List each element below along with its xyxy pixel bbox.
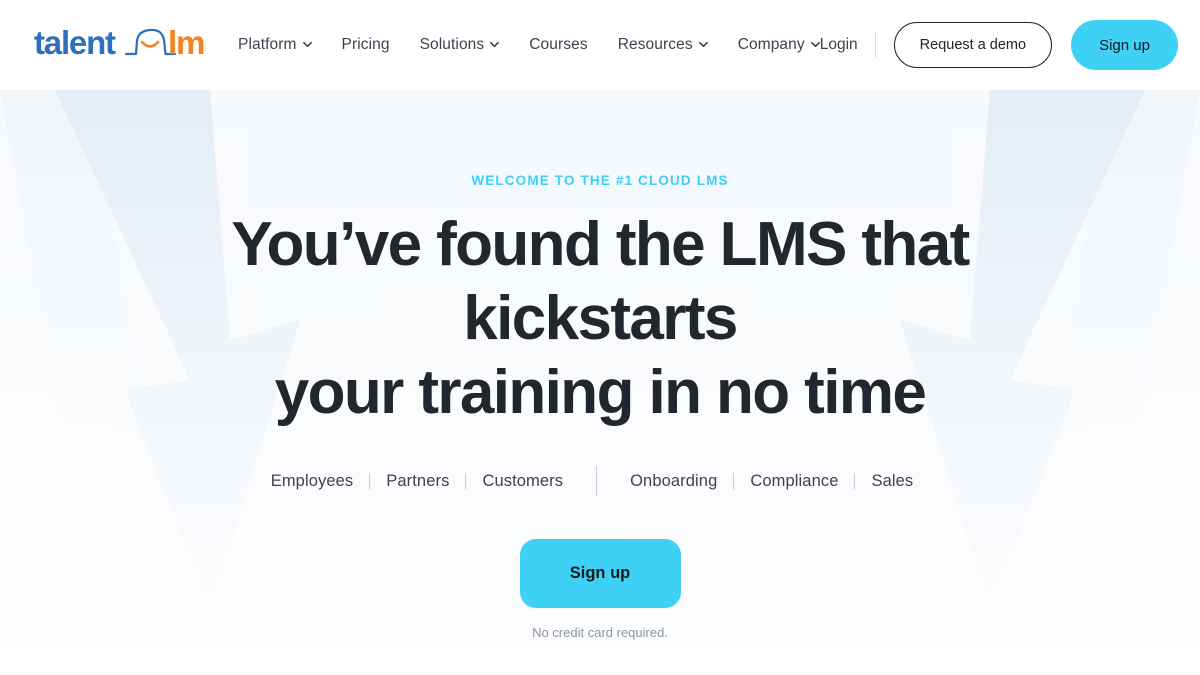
- talentlms-logo[interactable]: talent lms: [34, 22, 206, 68]
- no-credit-card-note: No credit card required.: [532, 625, 668, 640]
- usecase-link-sales[interactable]: Sales: [855, 472, 929, 491]
- nav-item-courses[interactable]: Courses: [529, 36, 587, 54]
- hero-eyebrow: WELCOME TO THE #1 CLOUD LMS: [471, 173, 729, 188]
- usecase-link-compliance[interactable]: Compliance: [734, 472, 854, 491]
- nav-item-company[interactable]: Company: [738, 36, 820, 54]
- usecase-group-divider: [596, 466, 598, 496]
- svg-text:talent: talent: [34, 24, 116, 61]
- header-divider: [874, 32, 876, 58]
- chevron-down-icon: [810, 40, 820, 49]
- usecase-link-partners[interactable]: Partners: [370, 472, 465, 491]
- nav-item-resources[interactable]: Resources: [618, 36, 708, 54]
- nav-label: Courses: [529, 36, 588, 53]
- nav-label: Solutions: [419, 36, 485, 53]
- header-actions: Login Request a demo Sign up: [820, 20, 1178, 70]
- nav-label: Company: [737, 36, 805, 53]
- usecase-link-customers[interactable]: Customers: [466, 472, 579, 491]
- request-demo-button[interactable]: Request a demo: [893, 22, 1053, 68]
- logo-mark-icon: talent lms: [34, 24, 206, 61]
- primary-nav: Platform Pricing Solutions Courses Resou…: [238, 36, 820, 54]
- page-title: You’ve found the LMS that kickstarts you…: [160, 208, 1040, 430]
- headline-line-2: your training in no time: [274, 358, 927, 427]
- site-header: talent lms Platform Pricing Solutions: [0, 0, 1200, 90]
- nav-item-platform[interactable]: Platform: [238, 36, 312, 54]
- landing-page: talent lms Platform Pricing Solutions: [0, 0, 1200, 675]
- header-signup-button[interactable]: Sign up: [1071, 20, 1178, 70]
- chevron-down-icon: [302, 40, 312, 49]
- headline-line-1: You’ve found the LMS that kickstarts: [231, 210, 970, 353]
- nav-item-pricing[interactable]: Pricing: [342, 36, 390, 54]
- hero-cta: Sign up No credit card required.: [519, 539, 681, 640]
- usecase-links: Employees Partners Customers Onboarding …: [271, 466, 930, 496]
- nav-label: Pricing: [341, 36, 390, 53]
- svg-text:lms: lms: [168, 24, 206, 61]
- hero-section: WELCOME TO THE #1 CLOUD LMS You’ve found…: [0, 90, 1200, 675]
- hero-content: WELCOME TO THE #1 CLOUD LMS You’ve found…: [0, 90, 1200, 675]
- usecase-link-employees[interactable]: Employees: [271, 472, 370, 491]
- usecase-link-onboarding[interactable]: Onboarding: [614, 472, 733, 491]
- nav-label: Platform: [238, 36, 297, 53]
- chevron-down-icon: [698, 40, 708, 49]
- nav-item-solutions[interactable]: Solutions: [420, 36, 500, 54]
- chevron-down-icon: [490, 40, 500, 49]
- hero-signup-button[interactable]: Sign up: [519, 539, 681, 608]
- login-link[interactable]: Login: [820, 36, 875, 54]
- nav-label: Resources: [617, 36, 693, 53]
